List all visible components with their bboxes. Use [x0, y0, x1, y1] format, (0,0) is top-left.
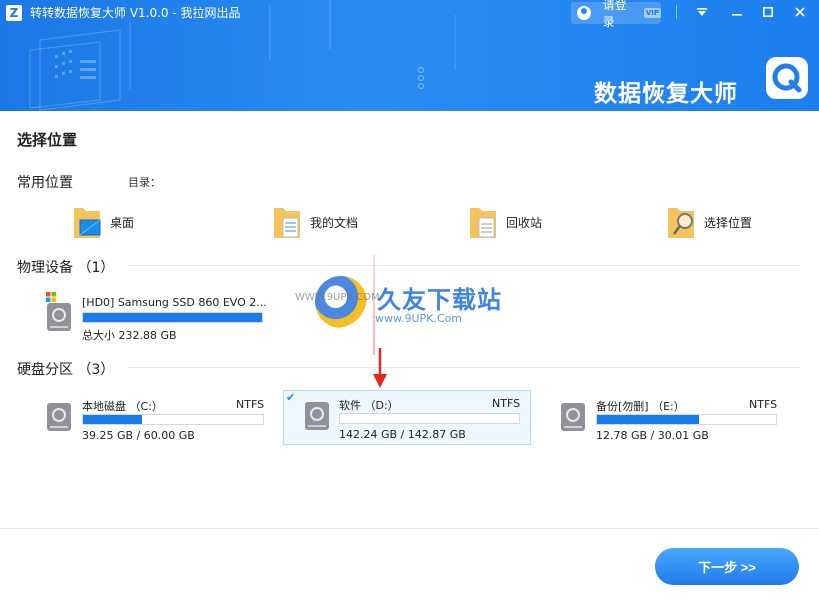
- hard-disk-icon: [561, 403, 585, 431]
- watermark-url: www.9UPK.Com: [375, 312, 462, 325]
- watermark: WWW.9UPK.COM 久友下载站 www.9UPK.Com: [295, 272, 525, 342]
- device-usage-bar: [82, 312, 263, 323]
- partition-c[interactable]: 本地磁盘 （C:） NTFS 39.25 GB / 60.00 GB: [46, 392, 270, 444]
- minimize-icon: [732, 14, 742, 16]
- watermark-title: 久友下载站: [377, 286, 502, 314]
- close-button[interactable]: [788, 3, 812, 21]
- documents-folder-icon: [274, 208, 300, 238]
- partition-usage-bar: [82, 414, 264, 425]
- close-icon: [795, 7, 805, 17]
- physical-divider: [128, 265, 800, 266]
- partition-size: 39.25 GB / 60.00 GB: [82, 429, 195, 442]
- chevron-down-icon: [697, 8, 707, 16]
- partition-usage-bar: [339, 413, 520, 424]
- partitions-title: 硬盘分区 （3）: [17, 362, 115, 378]
- red-arrow-icon: [373, 348, 387, 388]
- search-folder-icon: [668, 208, 694, 238]
- login-button[interactable]: 请登录 VIP: [571, 0, 661, 29]
- partition-name: 本地磁盘 （C:）: [82, 400, 163, 413]
- next-button[interactable]: 下一步 >>: [655, 548, 799, 585]
- hard-disk-icon: [47, 403, 71, 431]
- brand-text: 数据恢复大师: [594, 81, 738, 107]
- login-label: 请登录: [602, 0, 627, 29]
- watermark-left-text: WWW.9UPK.COM: [295, 292, 380, 303]
- location-documents[interactable]: 我的文档: [272, 202, 358, 242]
- partition-filesystem: NTFS: [749, 398, 778, 411]
- location-label: 桌面: [110, 215, 135, 230]
- partition-d[interactable]: ✔ 软件 （D:） NTFS 142.24 GB / 142.87 GB: [283, 390, 531, 445]
- location-recycle-bin[interactable]: 回收站: [468, 202, 542, 242]
- partitions-divider: [128, 367, 800, 368]
- partition-e[interactable]: 备份[勿删] （E:） NTFS 12.78 GB / 30.01 GB: [560, 392, 780, 444]
- partition-size: 142.24 GB / 142.87 GB: [339, 428, 466, 441]
- user-avatar-icon: [577, 6, 591, 20]
- partition-filesystem: NTFS: [236, 398, 265, 411]
- common-locations-title: 常用位置: [17, 175, 73, 191]
- maximize-icon: [763, 7, 773, 17]
- partition-size: 12.78 GB / 30.01 GB: [596, 429, 709, 442]
- app-logo: Z: [6, 5, 22, 21]
- location-choose[interactable]: 选择位置: [666, 202, 752, 242]
- recycle-folder-icon: [470, 208, 496, 238]
- device-size: 总大小 232.88 GB: [82, 329, 177, 342]
- location-desktop[interactable]: 桌面: [72, 202, 134, 242]
- partition-usage-bar: [596, 414, 777, 425]
- brand-logo-icon: [766, 57, 808, 99]
- physical-devices-title: 物理设备 （1）: [17, 260, 115, 276]
- menu-dropdown-button[interactable]: [690, 3, 714, 21]
- window-title: 转转数据恢复大师 V1.0.0 - 我拉网出品: [30, 6, 241, 20]
- check-icon: ✔: [286, 391, 296, 404]
- vip-badge: VIP: [643, 8, 661, 18]
- partition-filesystem: NTFS: [492, 397, 521, 410]
- minimize-button[interactable]: [725, 3, 749, 21]
- hard-disk-icon: [305, 402, 329, 430]
- location-label: 我的文档: [310, 215, 359, 230]
- windows-logo-icon: [46, 292, 56, 302]
- directory-label: 目录：: [128, 176, 161, 189]
- location-label: 选择位置: [704, 215, 753, 230]
- title-bar: Z 转转数据恢复大师 V1.0.0 - 我拉网出品 请登录 VIP 数据恢复大师: [0, 0, 819, 111]
- partition-name: 备份[勿删] （E:）: [596, 400, 685, 413]
- desktop-folder-icon: [74, 208, 101, 238]
- physical-device-hd0[interactable]: [HD0] Samsung SSD 860 EVO 2... 总大小 232.8…: [46, 290, 271, 342]
- maximize-button[interactable]: [756, 3, 780, 21]
- location-label: 回收站: [506, 215, 543, 230]
- footer-divider: [0, 528, 819, 529]
- page-title: 选择位置: [17, 131, 78, 149]
- hard-disk-icon: [47, 303, 71, 331]
- partition-name: 软件 （D:）: [339, 399, 399, 412]
- title-bar-separator: [676, 5, 677, 19]
- device-name: [HD0] Samsung SSD 860 EVO 2...: [82, 296, 267, 309]
